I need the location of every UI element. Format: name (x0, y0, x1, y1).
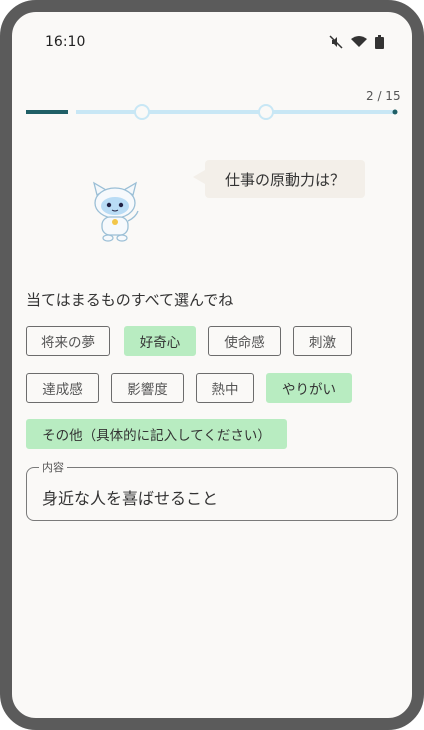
content-input-value[interactable]: 身近な人を喜ばせること (42, 485, 218, 509)
chip-other[interactable]: その他（具体的に記入してください） (26, 419, 287, 449)
battery-icon (375, 35, 384, 49)
status-time: 16:10 (45, 34, 86, 50)
step-counter: 2 / 15 (366, 89, 401, 103)
mute-icon (329, 35, 343, 49)
chip-curiosity[interactable]: 好奇心 (124, 326, 196, 356)
chip-future-dream[interactable]: 将来の夢 (26, 326, 110, 356)
chip-stimulus[interactable]: 刺激 (293, 326, 352, 356)
chip-influence[interactable]: 影響度 (111, 373, 184, 403)
cat-mascot (92, 181, 139, 242)
chip-achievement[interactable]: 達成感 (26, 373, 99, 403)
content-input-label: 内容 (39, 459, 67, 475)
progress-milestone-2 (258, 104, 274, 120)
wifi-icon (351, 36, 367, 47)
status-icons (329, 35, 384, 49)
question-bubble: 仕事の原動力は？ (193, 160, 365, 198)
progress-end-dot (392, 109, 398, 115)
chip-mission[interactable]: 使命感 (208, 326, 281, 356)
chip-passion[interactable]: 熱中 (196, 373, 254, 403)
instruction-text: 当てはまるものすべて選んでね (26, 291, 234, 309)
chip-rewarding[interactable]: やりがい (266, 373, 352, 403)
progress-milestone-1 (134, 104, 150, 120)
question-text: 仕事の原動力は？ (224, 170, 345, 189)
progress-bar (26, 104, 398, 120)
